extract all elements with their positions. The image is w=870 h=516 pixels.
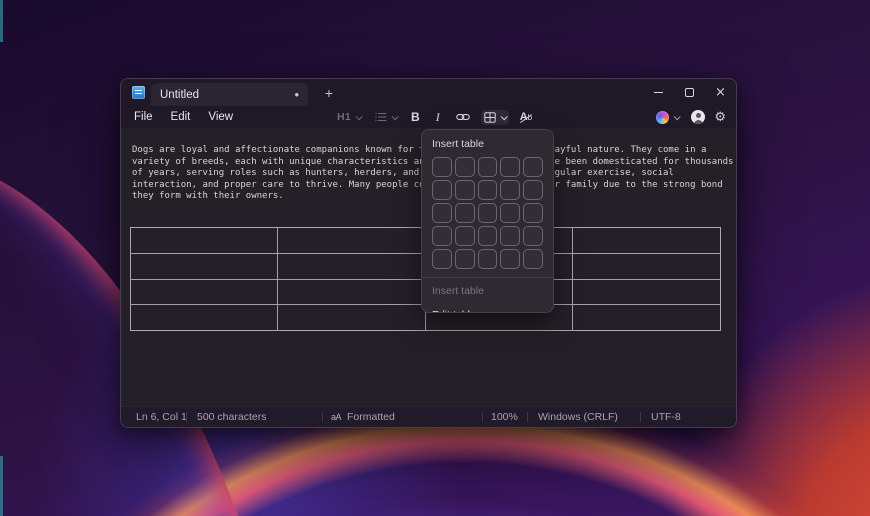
table-size-picker [432,157,543,269]
table-size-cell[interactable] [523,203,543,223]
table-size-cell[interactable] [478,226,498,246]
unsaved-indicator-icon: • [294,90,299,100]
clear-formatting-button[interactable]: Ab [517,109,535,125]
status-encoding: UTF-8 [641,407,736,427]
table-size-cell[interactable] [478,249,498,269]
table-cell[interactable] [278,228,425,254]
table-size-cell[interactable] [478,203,498,223]
insert-table-flyout: Insert table Insert table Edit table › [421,129,554,313]
table-icon [484,112,496,123]
table-size-cell[interactable] [500,203,520,223]
insert-table-button[interactable] [481,110,509,125]
titlebar[interactable]: Untitled • + × [121,79,736,106]
table-size-cell[interactable] [432,157,452,177]
close-button[interactable]: × [705,79,736,106]
table-cell[interactable] [131,228,278,254]
maximize-button[interactable] [674,79,705,106]
table-cell[interactable] [573,305,720,330]
table-cell[interactable] [573,254,720,280]
bold-button[interactable]: B [408,108,423,126]
heading-style-button[interactable]: H1 [334,109,364,125]
account-button[interactable] [691,110,705,124]
table-cell[interactable] [278,280,425,306]
table-size-cell[interactable] [523,157,543,177]
status-formatted: aA Formatted [323,407,483,427]
chevron-down-icon [392,113,399,120]
table-size-cell[interactable] [455,226,475,246]
table-size-cell[interactable] [432,226,452,246]
table-cell[interactable] [131,280,278,306]
notepad-app-icon [132,86,145,99]
settings-gear-icon[interactable]: ⚙ [714,111,726,124]
minimize-button[interactable] [643,79,674,106]
new-tab-button[interactable]: + [319,84,339,102]
flyout-title: Insert table [422,130,553,155]
chevron-down-icon [356,113,363,120]
window-controls: × [643,79,736,106]
italic-button[interactable]: I [431,108,445,127]
link-icon [456,113,470,121]
table-size-cell[interactable] [432,249,452,269]
table-size-cell[interactable] [500,226,520,246]
table-size-cell[interactable] [523,226,543,246]
clear-formatting-icon: Ab [520,111,532,123]
format-toolbar: H1 B I [334,106,535,128]
status-line-ending: Windows (CRLF) [528,407,641,427]
table-cell[interactable] [131,305,278,330]
statusbar: Ln 6, Col 1 500 characters aA Formatted … [121,406,736,427]
link-button[interactable] [453,111,473,123]
desktop: Untitled • + × File Edit View H1 [0,0,870,516]
tab-untitled[interactable]: Untitled • [151,83,308,106]
list-style-button[interactable] [372,110,400,124]
chevron-down-icon [674,113,681,120]
text-format-icon: aA [331,412,341,422]
table-size-cell[interactable] [478,180,498,200]
close-icon: × [715,86,726,99]
table-size-cell[interactable] [478,157,498,177]
table-size-cell[interactable] [455,249,475,269]
table-size-cell[interactable] [500,249,520,269]
table-cell[interactable] [278,305,425,330]
wallpaper-edge-glow [0,0,3,42]
status-zoom-level[interactable]: 100% [483,407,528,427]
menu-view[interactable]: View [199,111,242,123]
minimize-icon [654,92,663,93]
chevron-down-icon [500,113,507,120]
flyout-insert-table-item: Insert table [422,278,553,301]
wallpaper-edge-glow [0,456,3,516]
table-size-cell[interactable] [500,180,520,200]
copilot-button[interactable] [653,109,682,126]
flyout-edit-table-item[interactable]: Edit table › [422,301,553,313]
notepad-window: Untitled • + × File Edit View H1 [120,78,737,428]
menu-edit[interactable]: Edit [162,111,200,123]
table-cell[interactable] [573,280,720,306]
table-size-cell[interactable] [432,203,452,223]
table-size-cell[interactable] [523,249,543,269]
table-cell[interactable] [131,254,278,280]
maximize-icon [685,88,694,97]
table-size-cell[interactable] [523,180,543,200]
titlebar-right-tools: ⚙ [653,106,726,128]
tab-title: Untitled [160,89,294,101]
table-size-cell[interactable] [455,203,475,223]
status-character-count: 500 characters [187,407,323,427]
table-cell[interactable] [278,254,425,280]
list-icon [375,112,387,122]
table-cell[interactable] [573,228,720,254]
copilot-icon [656,111,669,124]
table-size-cell[interactable] [500,157,520,177]
menubar: File Edit View H1 [121,106,736,128]
table-size-cell[interactable] [455,157,475,177]
menu-file[interactable]: File [125,111,162,123]
status-cursor-position: Ln 6, Col 1 [121,407,187,427]
table-size-cell[interactable] [455,180,475,200]
table-size-cell[interactable] [432,180,452,200]
submenu-chevron-icon: › [539,309,543,313]
